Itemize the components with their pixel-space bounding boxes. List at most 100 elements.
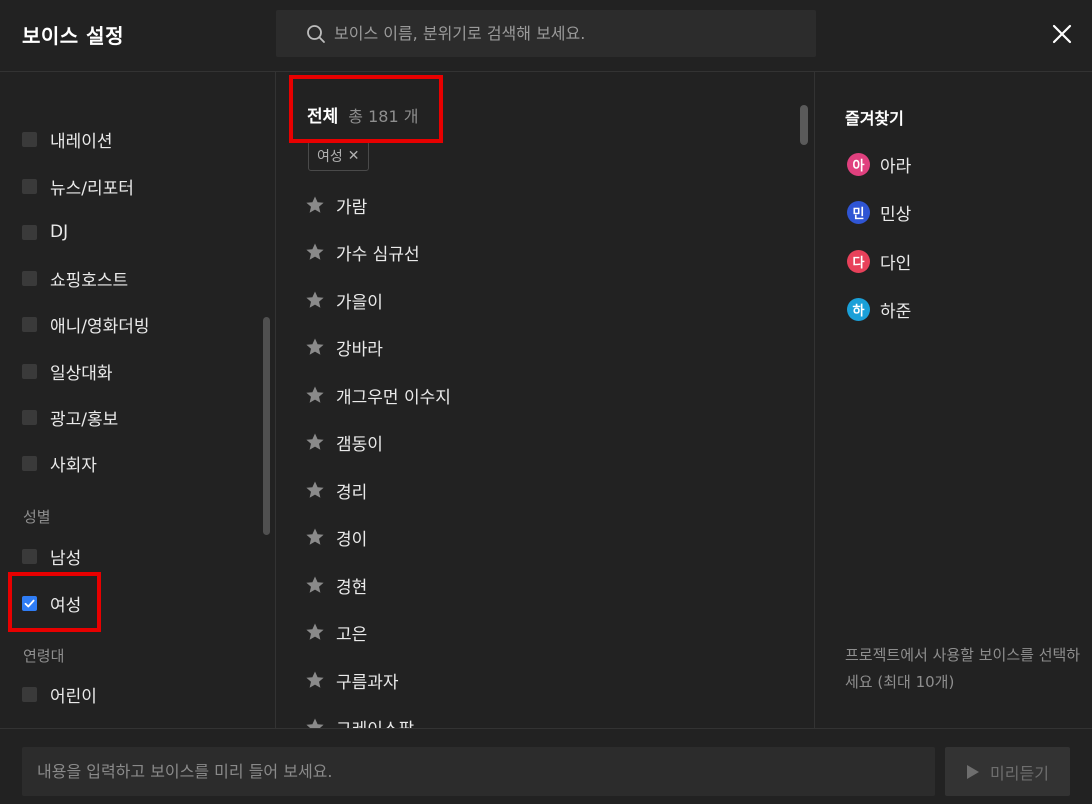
star-icon[interactable] <box>305 337 325 357</box>
checkbox[interactable] <box>22 686 37 702</box>
filter-item-news[interactable]: 뉴스/리포터 <box>22 172 134 200</box>
filter-label: DJ <box>50 222 69 242</box>
voice-item[interactable]: 강바라 <box>305 332 383 362</box>
checkbox[interactable] <box>22 270 37 286</box>
voice-item[interactable]: 가을이 <box>305 285 383 315</box>
filter-label: 애니/영화더빙 <box>50 316 150 337</box>
star-icon[interactable] <box>305 622 325 642</box>
chip-label: 여성 <box>317 149 343 165</box>
close-icon[interactable] <box>1048 20 1076 48</box>
favorite-item[interactable]: 다 다인 <box>847 248 911 274</box>
avatar: 민 <box>847 200 870 224</box>
voice-label: 갬동이 <box>336 434 383 455</box>
checkmark-icon <box>24 599 35 607</box>
checkbox[interactable] <box>22 363 37 379</box>
filter-label: 뉴스/리포터 <box>50 178 134 199</box>
filter-item-child[interactable]: 어린이 <box>22 680 97 708</box>
favorites-title: 즐겨찾기 <box>845 109 904 128</box>
voice-list-panel[interactable]: 전체 총 181 개 여성 ✕ 가람가수 심규선가을이강바라개그우먼 이수지갬동… <box>277 72 815 728</box>
avatar: 하 <box>847 297 870 321</box>
checkbox[interactable] <box>22 409 37 425</box>
voice-label: 경리 <box>336 482 368 503</box>
dialog-header: 보이스 설정 <box>0 0 1092 72</box>
star-icon[interactable] <box>305 385 325 405</box>
star-icon[interactable] <box>305 480 325 500</box>
filter-label: 일상대화 <box>50 363 113 384</box>
filter-item-shopping-host[interactable]: 쇼핑호스트 <box>22 264 128 292</box>
voice-item[interactable]: 개그우먼 이수지 <box>305 380 451 410</box>
star-icon[interactable] <box>305 242 325 262</box>
favorites-hint: 프로젝트에서 사용할 보이스를 선택하세요 (최대 10개) <box>845 646 1081 691</box>
filter-item-advertising[interactable]: 광고/홍보 <box>22 403 118 431</box>
favorite-item[interactable]: 아 아라 <box>847 151 911 177</box>
search-box[interactable] <box>276 10 816 57</box>
favorite-label: 하준 <box>880 301 912 322</box>
checkbox[interactable] <box>22 548 37 564</box>
avatar: 아 <box>847 152 870 176</box>
star-icon[interactable] <box>305 575 325 595</box>
sidebar-scrollbar[interactable] <box>263 317 270 535</box>
voice-label: 그레이스팜 <box>336 715 414 729</box>
voice-item[interactable]: 경리 <box>305 475 367 505</box>
star-icon[interactable] <box>305 432 325 452</box>
filter-label: 여성 <box>50 595 82 616</box>
star-icon[interactable] <box>305 527 325 547</box>
voice-label: 가람 <box>336 197 368 218</box>
filter-label: 어린이 <box>50 686 97 707</box>
preview-text-input[interactable] <box>22 747 935 796</box>
dialog-footer: 미리듣기 <box>0 728 1092 804</box>
voice-item[interactable]: 그레이스팜 <box>305 712 414 728</box>
favorites-panel: 즐겨찾기 아 아라 민 민상 다 다인 하 하준 프로젝트에서 사용할 보이스를… <box>816 72 1092 728</box>
favorite-label: 아라 <box>880 156 912 177</box>
filter-item-male[interactable]: 남성 <box>22 542 81 570</box>
voice-label: 경현 <box>336 577 368 598</box>
star-icon[interactable] <box>305 670 325 690</box>
filter-item-narration[interactable]: 내레이션 <box>22 125 113 153</box>
checkbox[interactable] <box>22 316 37 332</box>
checkbox[interactable] <box>22 455 37 471</box>
voice-count: 총 181 개 <box>348 107 419 126</box>
checkbox[interactable] <box>22 131 37 147</box>
checkbox[interactable] <box>22 224 37 240</box>
voice-list-scrollbar[interactable] <box>800 105 808 145</box>
filter-label: 쇼핑호스트 <box>50 270 129 291</box>
search-input[interactable] <box>334 10 804 57</box>
all-title: 전체 <box>307 107 339 127</box>
star-icon[interactable] <box>305 195 325 215</box>
voice-item[interactable]: 가수 심규선 <box>305 237 420 267</box>
voice-item[interactable]: 경이 <box>305 522 367 552</box>
play-icon <box>967 764 980 779</box>
voice-label: 강바라 <box>336 339 383 360</box>
voice-item[interactable]: 경현 <box>305 570 367 600</box>
checkbox[interactable] <box>22 178 37 194</box>
voice-label: 가을이 <box>336 292 383 313</box>
gender-group-label: 성별 <box>23 508 51 526</box>
filter-label: 사회자 <box>50 455 97 476</box>
checkbox-checked[interactable] <box>22 595 37 611</box>
voice-item[interactable]: 갬동이 <box>305 427 383 457</box>
voice-list-header: 전체 총 181 개 <box>307 102 418 127</box>
filter-label: 광고/홍보 <box>50 409 119 430</box>
voice-label: 가수 심규선 <box>336 244 420 265</box>
star-icon[interactable] <box>305 290 325 310</box>
filter-sidebar[interactable]: 내레이션 뉴스/리포터 DJ 쇼핑호스트 애니/영화더빙 일상대화 광고/홍보 … <box>0 72 276 728</box>
star-icon[interactable] <box>305 717 325 728</box>
voice-item[interactable]: 구름과자 <box>305 665 399 695</box>
filter-item-female[interactable]: 여성 <box>22 589 81 617</box>
filter-item-dj[interactable]: DJ <box>22 218 68 246</box>
voice-item[interactable]: 가람 <box>305 190 367 220</box>
preview-button[interactable]: 미리듣기 <box>945 747 1070 796</box>
active-filter-chip[interactable]: 여성 ✕ <box>308 141 369 171</box>
filter-label: 내레이션 <box>50 131 113 152</box>
filter-label: 남성 <box>50 548 82 569</box>
favorite-item[interactable]: 민 민상 <box>847 199 911 225</box>
voice-item[interactable]: 고은 <box>305 617 367 647</box>
voice-label: 개그우먼 이수지 <box>336 387 451 408</box>
avatar: 다 <box>847 249 870 273</box>
filter-item-dubbing[interactable]: 애니/영화더빙 <box>22 310 150 338</box>
favorite-item[interactable]: 하 하준 <box>847 296 911 322</box>
filter-item-conversation[interactable]: 일상대화 <box>22 357 113 385</box>
filter-item-mc[interactable]: 사회자 <box>22 449 97 477</box>
favorite-label: 다인 <box>880 253 912 274</box>
remove-icon[interactable]: ✕ <box>348 148 360 164</box>
